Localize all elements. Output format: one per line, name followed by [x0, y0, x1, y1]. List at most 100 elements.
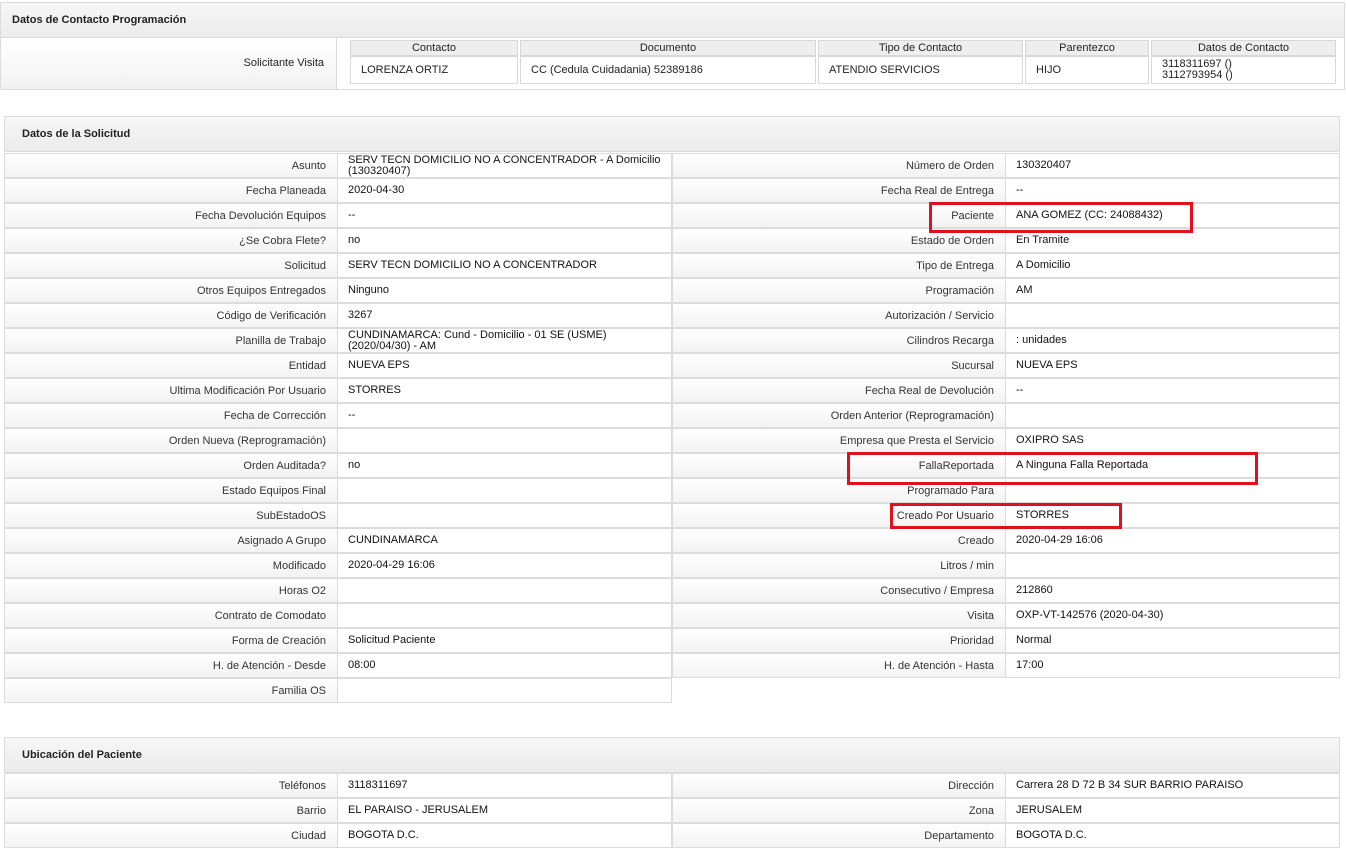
- field-value: Carrera 28 D 72 B 34 SUR BARRIO PARAISO: [1006, 773, 1340, 798]
- field-label: Programación: [672, 278, 1006, 303]
- field-label: Horas O2: [4, 578, 338, 603]
- field-value: no: [338, 453, 672, 478]
- field-row-fallareportada: FallaReportada A Ninguna Falla Reportada: [672, 453, 1340, 478]
- field-label: Barrio: [4, 798, 338, 823]
- field-row-tipo-de-entrega: Tipo de Entrega A Domicilio: [672, 253, 1340, 278]
- field-row-programado-para: Programado Para: [672, 478, 1340, 503]
- phone-2: 3112793954 (): [1162, 69, 1233, 81]
- field-value: Normal: [1006, 628, 1340, 653]
- field-row-solicitud: Solicitud SERV TECN DOMICILIO NO A CONCEN…: [4, 253, 672, 278]
- field-value: [338, 503, 672, 528]
- field-value: SERV TECN DOMICILIO NO A CONCENTRADOR: [338, 253, 672, 278]
- field-label: Visita: [672, 603, 1006, 628]
- field-row-asignado-a-grupo: Asignado A Grupo CUNDINAMARCA: [4, 528, 672, 553]
- field-label: Consecutivo / Empresa: [672, 578, 1006, 603]
- field-value: A Ninguna Falla Reportada: [1006, 453, 1340, 478]
- field-value: NUEVA EPS: [338, 353, 672, 378]
- field-value: STORRES: [1006, 503, 1340, 528]
- field-label: ¿Se Cobra Flete?: [4, 228, 338, 253]
- field-row-familia-os: Familia OS: [4, 678, 672, 703]
- field-row-otros-equipos-entregados: Otros Equipos Entregados Ninguno: [4, 278, 672, 303]
- field-value: CUNDINAMARCA: [338, 528, 672, 553]
- field-label: Teléfonos: [4, 773, 338, 798]
- field-row-h-de-atencion-hasta: H. de Atención - Hasta 17:00: [672, 653, 1340, 678]
- field-row-estado-equipos-final: Estado Equipos Final: [4, 478, 672, 503]
- field-label: H. de Atención - Hasta: [672, 653, 1006, 678]
- field-value: no: [338, 228, 672, 253]
- cell-parentezco: HIJO: [1025, 56, 1149, 84]
- field-row-planilla-de-trabajo: Planilla de Trabajo CUNDINAMARCA: Cund - …: [4, 328, 672, 353]
- field-row-autorizacion-servicio: Autorización / Servicio: [672, 303, 1340, 328]
- field-label: Solicitud: [4, 253, 338, 278]
- field-label: Fecha Devolución Equipos: [4, 203, 338, 228]
- field-row-subestadoos: SubEstadoOS: [4, 503, 672, 528]
- field-value: 2020-04-30: [338, 178, 672, 203]
- col-tipo-contacto: Tipo de Contacto: [818, 40, 1023, 56]
- col-datos-contacto: Datos de Contacto: [1151, 40, 1336, 56]
- field-label: Zona: [672, 798, 1006, 823]
- field-value: BOGOTA D.C.: [1006, 823, 1340, 848]
- field-row-consecutivo-empresa: Consecutivo / Empresa 212860: [672, 578, 1340, 603]
- field-row-contrato-de-comodato: Contrato de Comodato: [4, 603, 672, 628]
- field-row-barrio: Barrio EL PARAISO - JERUSALEM: [4, 798, 672, 823]
- field-label: Creado: [672, 528, 1006, 553]
- field-label: Otros Equipos Entregados: [4, 278, 338, 303]
- contact-section: Datos de Contacto Programación Solicitan…: [0, 2, 1346, 90]
- field-value: 17:00: [1006, 653, 1340, 678]
- field-row-prioridad: Prioridad Normal: [672, 628, 1340, 653]
- field-value: [1006, 553, 1340, 578]
- field-value: AM: [1006, 278, 1340, 303]
- field-label: Tipo de Entrega: [672, 253, 1006, 278]
- field-label: Ultima Modificación Por Usuario: [4, 378, 338, 403]
- field-label: Fecha de Corrección: [4, 403, 338, 428]
- contact-body: Solicitante Visita Contacto Documento Ti…: [0, 38, 1345, 90]
- field-value: --: [338, 403, 672, 428]
- field-value: [338, 678, 672, 703]
- field-row-sucursal: Sucursal NUEVA EPS: [672, 353, 1340, 378]
- field-value: [1006, 403, 1340, 428]
- field-label: Prioridad: [672, 628, 1006, 653]
- field-label: Contrato de Comodato: [4, 603, 338, 628]
- field-value: 2020-04-29 16:06: [1006, 528, 1340, 553]
- field-value: 212860: [1006, 578, 1340, 603]
- field-value: STORRES: [338, 378, 672, 403]
- field-value: A Domicilio: [1006, 253, 1340, 278]
- field-label: Creado Por Usuario: [672, 503, 1006, 528]
- table-row: LORENZA ORTIZ CC (Cedula Cuidadania) 523…: [350, 56, 1336, 84]
- field-value: ANA GOMEZ (CC: 24088432): [1006, 203, 1340, 228]
- field-label: Empresa que Presta el Servicio: [672, 428, 1006, 453]
- solicitud-section-title: Datos de la Solicitud: [4, 116, 1340, 152]
- cell-datos-contacto: 3118311697 () 3112793954 (): [1151, 56, 1336, 84]
- field-label: Autorización / Servicio: [672, 303, 1006, 328]
- field-row-departamento: Departamento BOGOTA D.C.: [672, 823, 1340, 848]
- cell-contacto: LORENZA ORTIZ: [350, 56, 518, 84]
- field-label: Orden Auditada?: [4, 453, 338, 478]
- field-value: : unidades: [1006, 328, 1340, 353]
- field-label: Modificado: [4, 553, 338, 578]
- solicitud-section: Datos de la Solicitud: [0, 116, 1346, 152]
- field-value: 08:00: [338, 653, 672, 678]
- field-label: Sucursal: [672, 353, 1006, 378]
- contact-table: Contacto Documento Tipo de Contacto Pare…: [348, 40, 1338, 84]
- field-row-modificado: Modificado 2020-04-29 16:06: [4, 553, 672, 578]
- field-row-ultima-modificacion-por-usuario: Ultima Modificación Por Usuario STORRES: [4, 378, 672, 403]
- field-label: Paciente: [672, 203, 1006, 228]
- field-value: 2020-04-29 16:06: [338, 553, 672, 578]
- field-row-asunto: Asunto SERV TECN DOMICILIO NO A CONCENTRA…: [4, 153, 672, 178]
- field-value: OXP-VT-142576 (2020-04-30): [1006, 603, 1340, 628]
- field-row-fecha-planeada: Fecha Planeada 2020-04-30: [4, 178, 672, 203]
- col-documento: Documento: [520, 40, 816, 56]
- field-value: NUEVA EPS: [1006, 353, 1340, 378]
- col-contacto: Contacto: [350, 40, 518, 56]
- field-row-fecha-de-correccion: Fecha de Corrección --: [4, 403, 672, 428]
- field-value: JERUSALEM: [1006, 798, 1340, 823]
- field-row-zona: Zona JERUSALEM: [672, 798, 1340, 823]
- field-row-paciente: Paciente ANA GOMEZ (CC: 24088432): [672, 203, 1340, 228]
- field-row-forma-de-creacion: Forma de Creación Solicitud Paciente: [4, 628, 672, 653]
- col-parentezco: Parentezco: [1025, 40, 1149, 56]
- field-label: Orden Anterior (Reprogramación): [672, 403, 1006, 428]
- field-row-telefonos: Teléfonos 3118311697: [4, 773, 672, 798]
- field-label: Orden Nueva (Reprogramación): [4, 428, 338, 453]
- field-label: Estado de Orden: [672, 228, 1006, 253]
- field-value: --: [338, 203, 672, 228]
